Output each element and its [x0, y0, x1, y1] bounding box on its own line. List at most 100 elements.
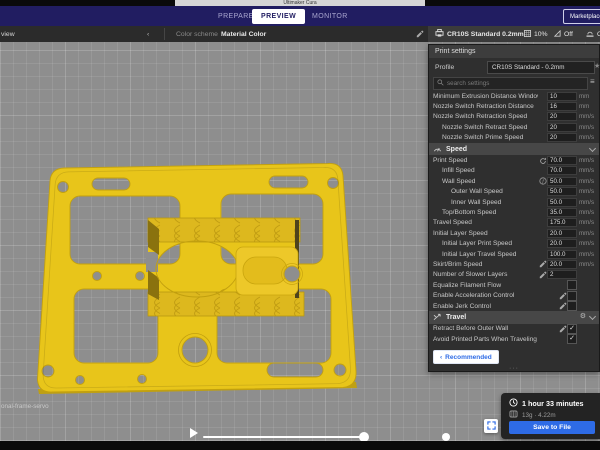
- color-scheme-label: Color scheme: [176, 26, 218, 42]
- setting-row: Nozzle Switch Retraction Speed20 mm/s: [429, 112, 599, 122]
- setting-label: Skirt/Brim Speed: [433, 261, 538, 268]
- pencil-icon[interactable]: [538, 271, 547, 279]
- setting-label: Infill Speed: [433, 167, 538, 174]
- simulation-slider-end-handle[interactable]: [442, 433, 450, 441]
- setting-value-input[interactable]: 20: [547, 133, 577, 142]
- favorite-star-icon[interactable]: ★: [594, 62, 600, 70]
- chevron-left-icon: ‹: [440, 354, 442, 361]
- profile-dropdown[interactable]: CR10S Standard - 0.2mm: [487, 61, 595, 74]
- fx-icon[interactable]: f: [538, 177, 547, 185]
- setting-unit: mm/s: [577, 251, 595, 258]
- adhesion-setting[interactable]: On: [586, 26, 600, 42]
- setting-row: Initial Layer Speed 20.0 mm/s: [429, 228, 599, 238]
- setting-unit: mm: [577, 93, 595, 100]
- setting-value-input[interactable]: 10: [547, 92, 577, 101]
- setting-value-input[interactable]: 16: [547, 102, 577, 111]
- setting-label: Print Speed: [433, 157, 538, 164]
- setting-unit: mm/s: [577, 134, 595, 141]
- setting-label: Nozzle Switch Retract Speed: [433, 124, 538, 131]
- search-row: search settings ≡: [429, 76, 599, 91]
- setting-value-input[interactable]: 20.0: [547, 260, 577, 269]
- pencil-icon[interactable]: [558, 325, 567, 333]
- setting-checkbox[interactable]: [567, 280, 577, 290]
- pencil-icon[interactable]: [558, 292, 567, 300]
- printer-selector[interactable]: CR10S Standard 0.2mm: [435, 26, 524, 42]
- pencil-icon[interactable]: [558, 302, 567, 310]
- setting-row: Print Speed70.0 mm/s: [429, 155, 599, 165]
- pencil-icon[interactable]: [538, 260, 547, 268]
- recommended-button[interactable]: ‹ Recommended: [433, 350, 499, 364]
- setting-row: Number of Slower Layers 2: [429, 270, 599, 280]
- tab-prepare[interactable]: PREPARE: [218, 6, 254, 26]
- material-usage-row: 13g · 4.22m: [509, 410, 556, 420]
- setting-value-input[interactable]: 20: [547, 123, 577, 132]
- setting-value-input[interactable]: 50.0: [547, 187, 577, 196]
- setting-value-input[interactable]: 100.0: [547, 250, 577, 259]
- setting-checkbox[interactable]: [567, 301, 577, 311]
- setting-checkbox[interactable]: [567, 291, 577, 301]
- section-header-speed[interactable]: Speed: [429, 143, 599, 155]
- setting-row: Nozzle Switch Prime Speed 20 mm/s: [429, 133, 599, 143]
- setting-checkbox[interactable]: ✓: [567, 334, 577, 344]
- setting-row: Nozzle Switch Retraction Distance16 mm: [429, 101, 599, 111]
- setting-label: Travel Speed: [433, 219, 538, 226]
- setting-unit: mm/s: [577, 113, 595, 120]
- setting-label: Nozzle Switch Prime Speed: [433, 134, 538, 141]
- preview-stage-button[interactable]: [484, 419, 498, 433]
- setting-value-input[interactable]: 70.0: [547, 156, 577, 165]
- setting-row: Nozzle Switch Retract Speed20 mm/s: [429, 122, 599, 132]
- profile-label: Profile: [435, 64, 454, 71]
- setting-unit: mm/s: [577, 230, 595, 237]
- setting-row: Inner Wall Speed50.0 mm/s: [429, 197, 599, 207]
- setting-value-input[interactable]: 20.0: [547, 229, 577, 238]
- settings-menu-icon[interactable]: ≡: [590, 77, 595, 86]
- sliced-model-3d[interactable]: [25, 152, 365, 397]
- setting-value-input[interactable]: 50.0: [547, 198, 577, 207]
- setting-checkbox[interactable]: ✓: [567, 324, 577, 334]
- setting-unit: mm/s: [577, 178, 595, 185]
- section-header-travel[interactable]: Travel ⚙: [429, 311, 599, 323]
- setting-label: Initial Layer Speed: [433, 230, 538, 237]
- reset-icon[interactable]: [538, 157, 547, 165]
- setting-value-input[interactable]: 70.0: [547, 166, 577, 175]
- save-to-file-button[interactable]: Save to File: [509, 421, 595, 434]
- marketplace-button[interactable]: Marketplace: [563, 9, 600, 24]
- setting-value-input[interactable]: 35.0: [547, 208, 577, 217]
- print-time-value: 1 hour 33 minutes: [522, 399, 584, 408]
- edit-pencil-icon[interactable]: [416, 26, 424, 42]
- setting-value-input[interactable]: 50.0: [547, 177, 577, 186]
- setting-unit: mm/s: [577, 167, 595, 174]
- setting-row: Travel Speed175.0 mm/s: [429, 218, 599, 228]
- view-mode-label[interactable]: view: [1, 26, 15, 42]
- setting-label: Enable Jerk Control: [433, 303, 558, 310]
- setting-label: Number of Slower Layers: [433, 271, 538, 278]
- play-button[interactable]: [190, 428, 198, 438]
- panel-drag-handle[interactable]: ···: [429, 366, 599, 371]
- tab-preview[interactable]: PREVIEW: [252, 9, 305, 24]
- object-name-label[interactable]: onal-frame-servo: [1, 403, 49, 410]
- setting-value-input[interactable]: 175.0: [547, 218, 577, 227]
- support-icon: [554, 30, 561, 39]
- setting-value-input[interactable]: 2: [547, 270, 577, 279]
- chevron-down-icon: [589, 313, 596, 320]
- setting-label: Inner Wall Speed: [433, 199, 538, 206]
- simulation-slider-track[interactable]: [203, 436, 365, 438]
- tab-monitor[interactable]: MONITOR: [312, 6, 348, 26]
- profile-row: Profile CR10S Standard - 0.2mm ★: [429, 58, 599, 76]
- color-scheme-value[interactable]: Material Color: [221, 26, 266, 42]
- setting-row: Minimum Extrusion Distance Window10 mm: [429, 91, 599, 101]
- cura-app-window: Ultimaker Cura PREPARE PREVIEW MONITOR M…: [0, 0, 600, 450]
- support-value: Off: [564, 31, 573, 38]
- setting-value-input[interactable]: 20: [547, 112, 577, 121]
- print-settings-panel: Print settings Profile CR10S Standard - …: [428, 44, 600, 372]
- setting-unit: mm/s: [577, 188, 595, 195]
- infill-setting[interactable]: 10%: [524, 26, 548, 42]
- collapse-chevron-icon[interactable]: ‹: [147, 26, 149, 42]
- search-input[interactable]: search settings: [433, 77, 588, 90]
- setting-row: Top/Bottom Speed35.0 mm/s: [429, 207, 599, 217]
- setting-label: Avoid Printed Parts When Traveling: [433, 336, 558, 343]
- setting-row: Avoid Printed Parts When Traveling ✓: [429, 334, 599, 344]
- support-setting[interactable]: Off: [554, 26, 573, 42]
- setting-value-input[interactable]: 20.0: [547, 239, 577, 248]
- configuration-bar: CR10S Standard 0.2mm 10% Off On: [428, 26, 600, 42]
